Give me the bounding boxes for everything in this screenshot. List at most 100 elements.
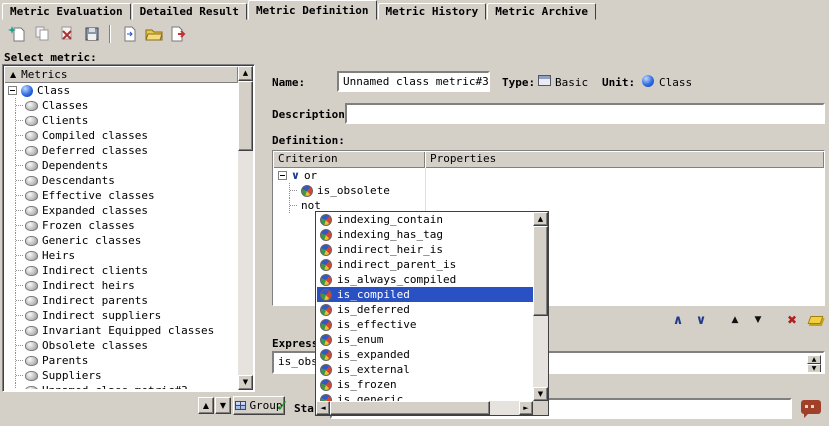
scroll-up-icon[interactable] (533, 212, 548, 226)
criterion-icon (301, 185, 313, 197)
criterion-icon (320, 289, 332, 301)
tree-item[interactable]: Unnamed class metric#3 (15, 383, 237, 389)
tree-item[interactable]: Invariant Equipped classes (15, 323, 237, 338)
criterion-row-or[interactable]: or (273, 168, 824, 183)
delete-metric-button[interactable] (55, 23, 78, 46)
tab[interactable]: Detailed Result (132, 3, 247, 20)
tree-item[interactable]: Indirect suppliers (15, 308, 237, 323)
name-field[interactable]: Unnamed class metric#3 (337, 71, 490, 92)
metric-icon (25, 371, 38, 381)
criterion-option[interactable]: is_always_compiled (317, 272, 533, 287)
tab-label: Metric Archive (495, 5, 588, 18)
new-metric-icon (8, 26, 25, 42)
tree-item[interactable]: Expanded classes (15, 203, 237, 218)
scroll-up-icon[interactable] (238, 66, 253, 81)
criterion-option[interactable]: indexing_has_tag (317, 227, 533, 242)
criterion-option[interactable]: is_deferred (317, 302, 533, 317)
tab[interactable]: Metric History (378, 3, 487, 20)
tree-item[interactable]: Indirect parents (15, 293, 237, 308)
collapse-icon[interactable] (8, 86, 17, 95)
criterion-option[interactable]: indirect_parent_is (317, 257, 533, 272)
move-metric-down-button[interactable] (215, 397, 231, 414)
criterion-option[interactable]: indirect_heir_is (317, 242, 533, 257)
delete-criterion-icon[interactable]: ✖ (782, 310, 802, 330)
tree-item[interactable]: Deferred classes (15, 143, 237, 158)
properties-column-header[interactable]: Properties (425, 151, 824, 168)
criterion-option[interactable]: is_compiled (317, 287, 533, 302)
tree-item[interactable]: Parents (15, 353, 237, 368)
comment-icon[interactable] (801, 400, 821, 414)
dropdown-hscrollbar[interactable] (316, 401, 533, 415)
tab[interactable]: Metric Evaluation (2, 3, 131, 20)
scroll-down-icon[interactable] (807, 364, 821, 373)
criterion-option[interactable]: is_external (317, 362, 533, 377)
scroll-up-icon[interactable] (807, 355, 821, 364)
tree-item[interactable]: Indirect heirs (15, 278, 237, 293)
scrollbar-thumb[interactable] (330, 401, 490, 415)
metric-icon (25, 296, 38, 306)
save-metric-button[interactable] (80, 23, 103, 46)
tab[interactable]: Metric Archive (487, 3, 596, 20)
scrollbar-thumb[interactable] (533, 226, 548, 316)
metric-icon (25, 356, 38, 366)
tree-item[interactable]: Generic classes (15, 233, 237, 248)
reload-metrics-button[interactable] (117, 23, 140, 46)
unit-label: Unit: (602, 76, 635, 89)
tree-item-label: Obsolete classes (42, 339, 148, 352)
criterion-option-label: indirect_heir_is (337, 243, 443, 256)
delete-metric-icon (59, 26, 75, 42)
criterion-option[interactable]: is_frozen (317, 377, 533, 392)
tree-item[interactable]: Heirs (15, 248, 237, 263)
move-criterion-up-icon[interactable]: ▲ (725, 310, 745, 330)
tree-item[interactable]: Dependents (15, 158, 237, 173)
move-criterion-down-icon[interactable]: ▼ (748, 310, 768, 330)
metric-icon (25, 161, 38, 171)
criterion-row-is-obsolete[interactable]: is_obsolete (273, 183, 824, 198)
move-metric-up-button[interactable] (198, 397, 214, 414)
description-field[interactable] (345, 103, 825, 124)
tree-item[interactable]: Classes (15, 98, 237, 113)
tree-item-label: Indirect heirs (42, 279, 135, 292)
tree-item[interactable]: Clients (15, 113, 237, 128)
dropdown-vscrollbar[interactable] (533, 212, 548, 401)
criterion-option[interactable]: is_expanded (317, 347, 533, 362)
tree-item[interactable]: Descendants (15, 173, 237, 188)
scroll-left-icon[interactable] (316, 401, 330, 415)
tree-item[interactable]: Frozen classes (15, 218, 237, 233)
criterion-option[interactable]: is_generic (317, 392, 533, 401)
criterion-icon (320, 334, 332, 346)
tree-item[interactable]: Effective classes (15, 188, 237, 203)
collapse-icon[interactable] (278, 171, 287, 180)
tree-item[interactable]: Indirect clients (15, 263, 237, 278)
scroll-right-icon[interactable] (519, 401, 533, 415)
criterion-column-header[interactable]: Criterion (273, 151, 425, 168)
copy-metric-button[interactable] (30, 23, 53, 46)
criterion-option[interactable]: is_enum (317, 332, 533, 347)
criterion-option[interactable]: indexing_contain (317, 212, 533, 227)
and-criterion-icon[interactable]: ∧ (668, 310, 688, 330)
scroll-down-icon[interactable] (238, 375, 253, 390)
metric-icon (25, 251, 38, 261)
or-criterion-icon[interactable]: ∨ (691, 310, 711, 330)
scrollbar-thumb[interactable] (238, 81, 253, 151)
tree-scrollbar[interactable] (238, 66, 253, 390)
tree-item[interactable]: Suppliers (15, 368, 237, 383)
status-ok-icon (276, 397, 289, 415)
tree-item-class-root[interactable]: Class (5, 83, 237, 98)
new-metric-button[interactable] (5, 23, 28, 46)
criterion-option[interactable]: is_effective (317, 317, 533, 332)
metric-icon (25, 131, 38, 141)
scroll-down-icon[interactable] (533, 387, 548, 401)
open-metrics-folder-button[interactable] (142, 23, 165, 46)
tree-item-label: Clients (42, 114, 88, 127)
tree-item[interactable]: Compiled classes (15, 128, 237, 143)
tree-item-label: Suppliers (42, 369, 102, 382)
tab[interactable]: Metric Definition (248, 0, 377, 20)
criterion-icon (320, 244, 332, 256)
erase-criterion-icon[interactable] (805, 310, 825, 330)
class-unit-icon (642, 75, 654, 87)
export-metrics-button[interactable] (167, 23, 190, 46)
metrics-column-header[interactable]: Metrics (4, 66, 238, 83)
tree-item[interactable]: Obsolete classes (15, 338, 237, 353)
tree-item-label: Effective classes (42, 189, 155, 202)
